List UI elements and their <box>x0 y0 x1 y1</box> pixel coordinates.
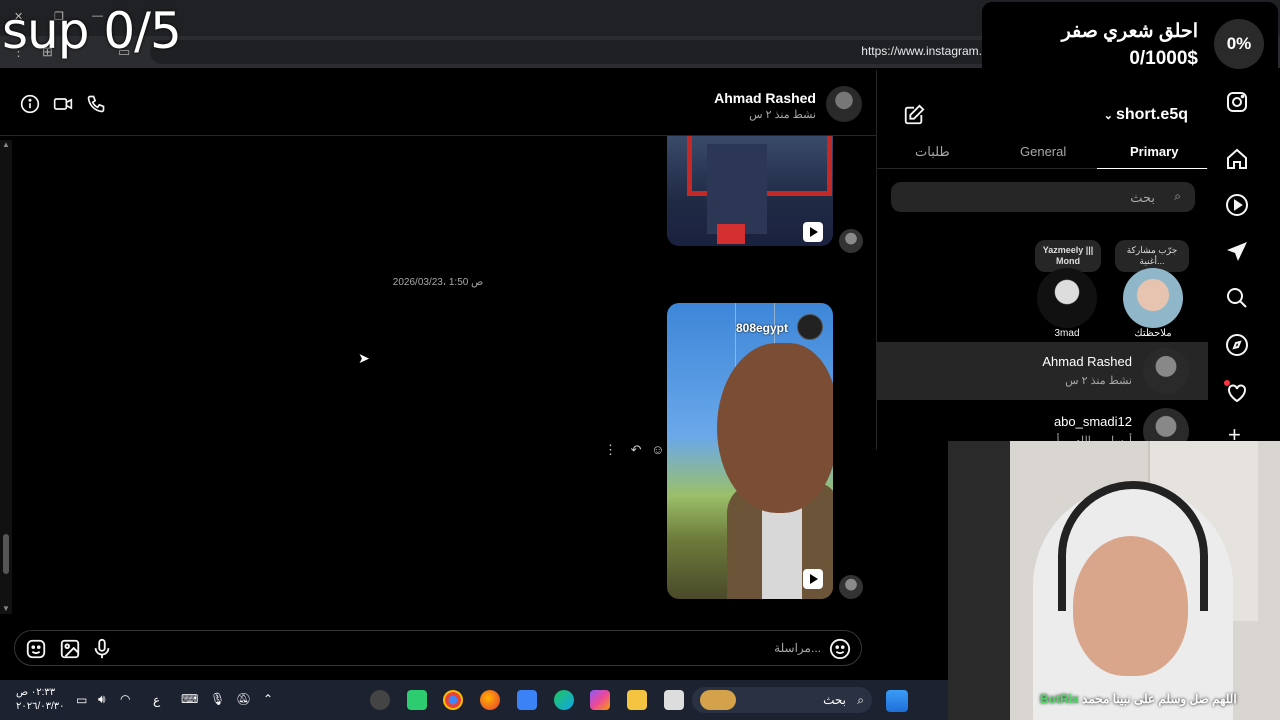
home-icon[interactable] <box>1225 147 1249 171</box>
scroll-down-icon[interactable]: ▼ <box>2 604 10 613</box>
wifi-icon[interactable]: ◠ <box>120 692 130 706</box>
new-message-icon[interactable] <box>903 104 925 126</box>
taskbar-search-placeholder: بحث <box>823 693 846 707</box>
your-note-label: ملاحظتك <box>1134 328 1172 339</box>
your-note-avatar[interactable] <box>1123 268 1183 328</box>
streamer-webcam <box>948 441 1280 720</box>
webcam-background <box>948 441 1010 720</box>
file-explorer-icon[interactable] <box>627 690 647 710</box>
mic-icon[interactable]: 🎙︎ <box>210 692 225 706</box>
message-timestamp: 2026/03/23، 1:50 ص <box>392 277 484 288</box>
composer-placeholder: مراسلة... <box>774 641 821 655</box>
tab-general[interactable]: General <box>1020 144 1066 159</box>
search-placeholder: بحث <box>1130 190 1155 205</box>
video-call-icon[interactable] <box>53 94 73 114</box>
explore-icon[interactable] <box>1225 333 1249 357</box>
reel-image-face <box>717 343 833 513</box>
emoji-icon[interactable] <box>829 638 851 660</box>
stream-subgoal-overlay: sup 0/5 <box>2 2 182 60</box>
taskview-icon[interactable] <box>664 690 684 710</box>
notification-dot <box>1224 380 1230 386</box>
shared-reel-thumbnail[interactable] <box>667 136 833 246</box>
goal-amount: 0/1000$ <box>1129 48 1198 69</box>
battery-icon[interactable]: ▭ <box>76 693 87 707</box>
taskbar-time[interactable]: ٠٢:٣٣ ص <box>16 687 55 698</box>
reel-image-person <box>707 144 767 234</box>
search-icon[interactable] <box>1225 286 1249 310</box>
chat-contact-avatar[interactable] <box>826 86 862 122</box>
conversation-name: Ahmad Rashed <box>1042 354 1132 369</box>
search-icon: ⌕ <box>1174 189 1181 203</box>
edge-icon[interactable] <box>554 690 574 710</box>
info-icon[interactable] <box>20 94 40 114</box>
reel-author-avatar[interactable] <box>797 314 823 340</box>
reply-icon[interactable]: ↶ <box>631 442 642 457</box>
taskbar-date[interactable]: ٢٠٢٦/٠٣/٣٠ <box>16 701 65 712</box>
search-input[interactable]: بحث ⌕ <box>891 182 1195 212</box>
instagram-logo-icon[interactable] <box>1225 90 1249 114</box>
obs-app-icon[interactable] <box>370 690 390 710</box>
tab-requests[interactable]: طلبات <box>915 144 950 160</box>
chat-scroll-thumb[interactable] <box>3 534 9 574</box>
tab-primary[interactable]: Primary <box>1130 144 1178 159</box>
chevron-down-icon: ⌄ <box>1103 110 1116 122</box>
friend-note-avatar[interactable] <box>1037 268 1097 328</box>
ticker-text: اللهم صل وسلم على نبينا محمد <box>1082 692 1237 706</box>
taskbar-search[interactable]: بحث ⌕ <box>692 687 872 713</box>
chat-bot-ticker: BotRix اللهم صل وسلم على نبينا محمد <box>1040 692 1237 706</box>
url-text: https://www.instagram. <box>861 44 982 58</box>
microphone-icon[interactable] <box>91 638 113 660</box>
chat-contact-name[interactable]: Ahmad Rashed <box>714 90 816 106</box>
chat-header: Ahmad Rashed نشط منذ ٢ س <box>0 70 876 136</box>
volume-icon[interactable]: 🔊︎ <box>98 692 106 707</box>
account-name: short.e5q <box>1115 106 1188 123</box>
scroll-up-icon[interactable]: ▲ <box>2 140 10 149</box>
instagram-sidebar: + <box>1208 70 1280 447</box>
conversation-status: نشط منذ ٢ س <box>1065 375 1132 387</box>
notifications-off-icon[interactable]: 🔕︎ <box>236 692 251 706</box>
language-indicator[interactable]: ع <box>153 693 160 707</box>
account-switcher[interactable]: ⌄ short.e5q <box>1104 106 1188 124</box>
mouse-cursor-icon: ➤ <box>358 350 370 366</box>
search-highlight-icon <box>700 690 736 710</box>
streaming-app-icon[interactable] <box>407 690 427 710</box>
more-options-icon[interactable]: ⋮ <box>604 442 617 457</box>
conversation-name: abo_smadi12 <box>1053 414 1132 429</box>
sticker-icon[interactable] <box>25 638 47 660</box>
inbox-panel: ⌄ short.e5q Primary General طلبات بحث ⌕ … <box>876 70 1209 454</box>
image-upload-icon[interactable] <box>59 638 81 660</box>
goal-progress-ring: 0% <box>1214 19 1264 69</box>
goal-title: احلق شعري صفر <box>1061 21 1198 42</box>
messages-icon[interactable] <box>1225 240 1249 264</box>
reel-author-name[interactable]: 808egypt <box>736 321 788 335</box>
reel-image-detail <box>717 224 745 244</box>
react-emoji-icon[interactable]: ☺ <box>651 442 664 457</box>
friend-note-label: 3mad <box>1054 328 1080 339</box>
sender-avatar <box>839 229 863 253</box>
chrome-icon[interactable] <box>443 690 463 710</box>
keyboard-icon[interactable]: ⌨ <box>181 692 198 706</box>
search-icon: ⌕ <box>857 693 864 707</box>
message-actions: ⋮ ↶ ☺ <box>604 442 664 458</box>
sender-avatar <box>839 575 863 599</box>
chevron-up-icon[interactable]: ⌃ <box>263 692 273 706</box>
message-composer[interactable]: مراسلة... <box>14 630 862 666</box>
address-bar[interactable]: https://www.instagram. <box>150 40 990 64</box>
phone-call-icon[interactable] <box>86 94 106 114</box>
reel-play-icon <box>803 222 823 242</box>
reel-play-icon <box>803 569 823 589</box>
reels-icon[interactable] <box>1225 193 1249 217</box>
copilot-icon[interactable] <box>590 690 610 710</box>
conversation-avatar <box>1143 348 1189 394</box>
store-icon[interactable] <box>517 690 537 710</box>
conversation-item[interactable]: Ahmad Rashed نشط منذ ٢ س <box>877 342 1209 400</box>
bot-name: BotRix <box>1040 692 1079 706</box>
reel-image-shirt <box>762 503 802 599</box>
active-tab-indicator <box>1097 168 1207 169</box>
windows-start-icon[interactable] <box>886 690 908 712</box>
chat-contact-status: نشط منذ ٢ س <box>749 109 816 121</box>
firefox-icon[interactable] <box>480 690 500 710</box>
shared-reel-video[interactable]: 808egypt <box>667 303 833 599</box>
